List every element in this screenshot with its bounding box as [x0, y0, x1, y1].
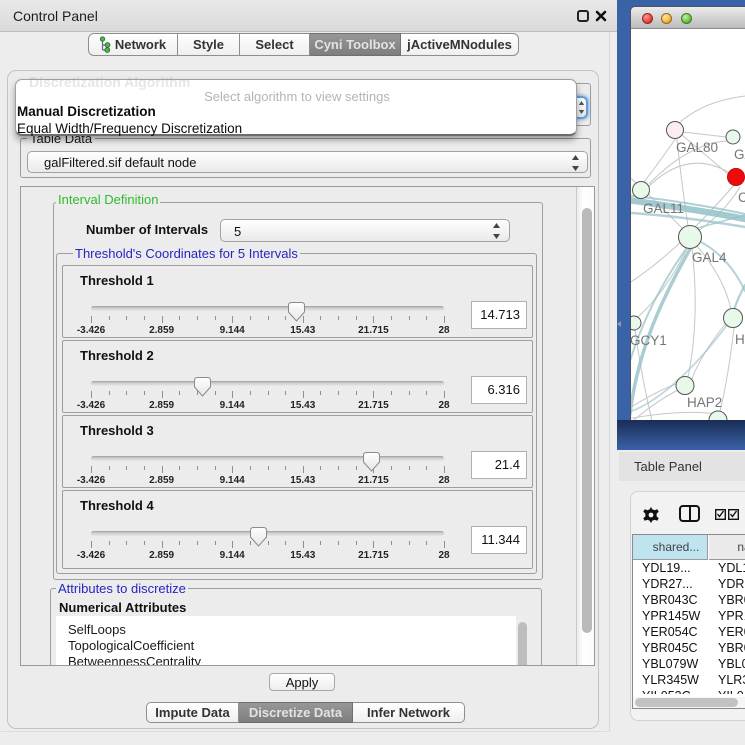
svg-text:HAP2: HAP2 — [687, 395, 722, 410]
svg-text:CY: CY — [738, 190, 745, 205]
svg-text:GCY1: GCY1 — [631, 333, 667, 348]
svg-text:GAL80: GAL80 — [676, 140, 718, 155]
svg-text:GAL4: GAL4 — [692, 250, 727, 265]
svg-text:H: H — [735, 332, 745, 347]
svg-text:GAL11: GAL11 — [643, 201, 684, 216]
svg-text:GAL: GAL — [734, 147, 745, 162]
